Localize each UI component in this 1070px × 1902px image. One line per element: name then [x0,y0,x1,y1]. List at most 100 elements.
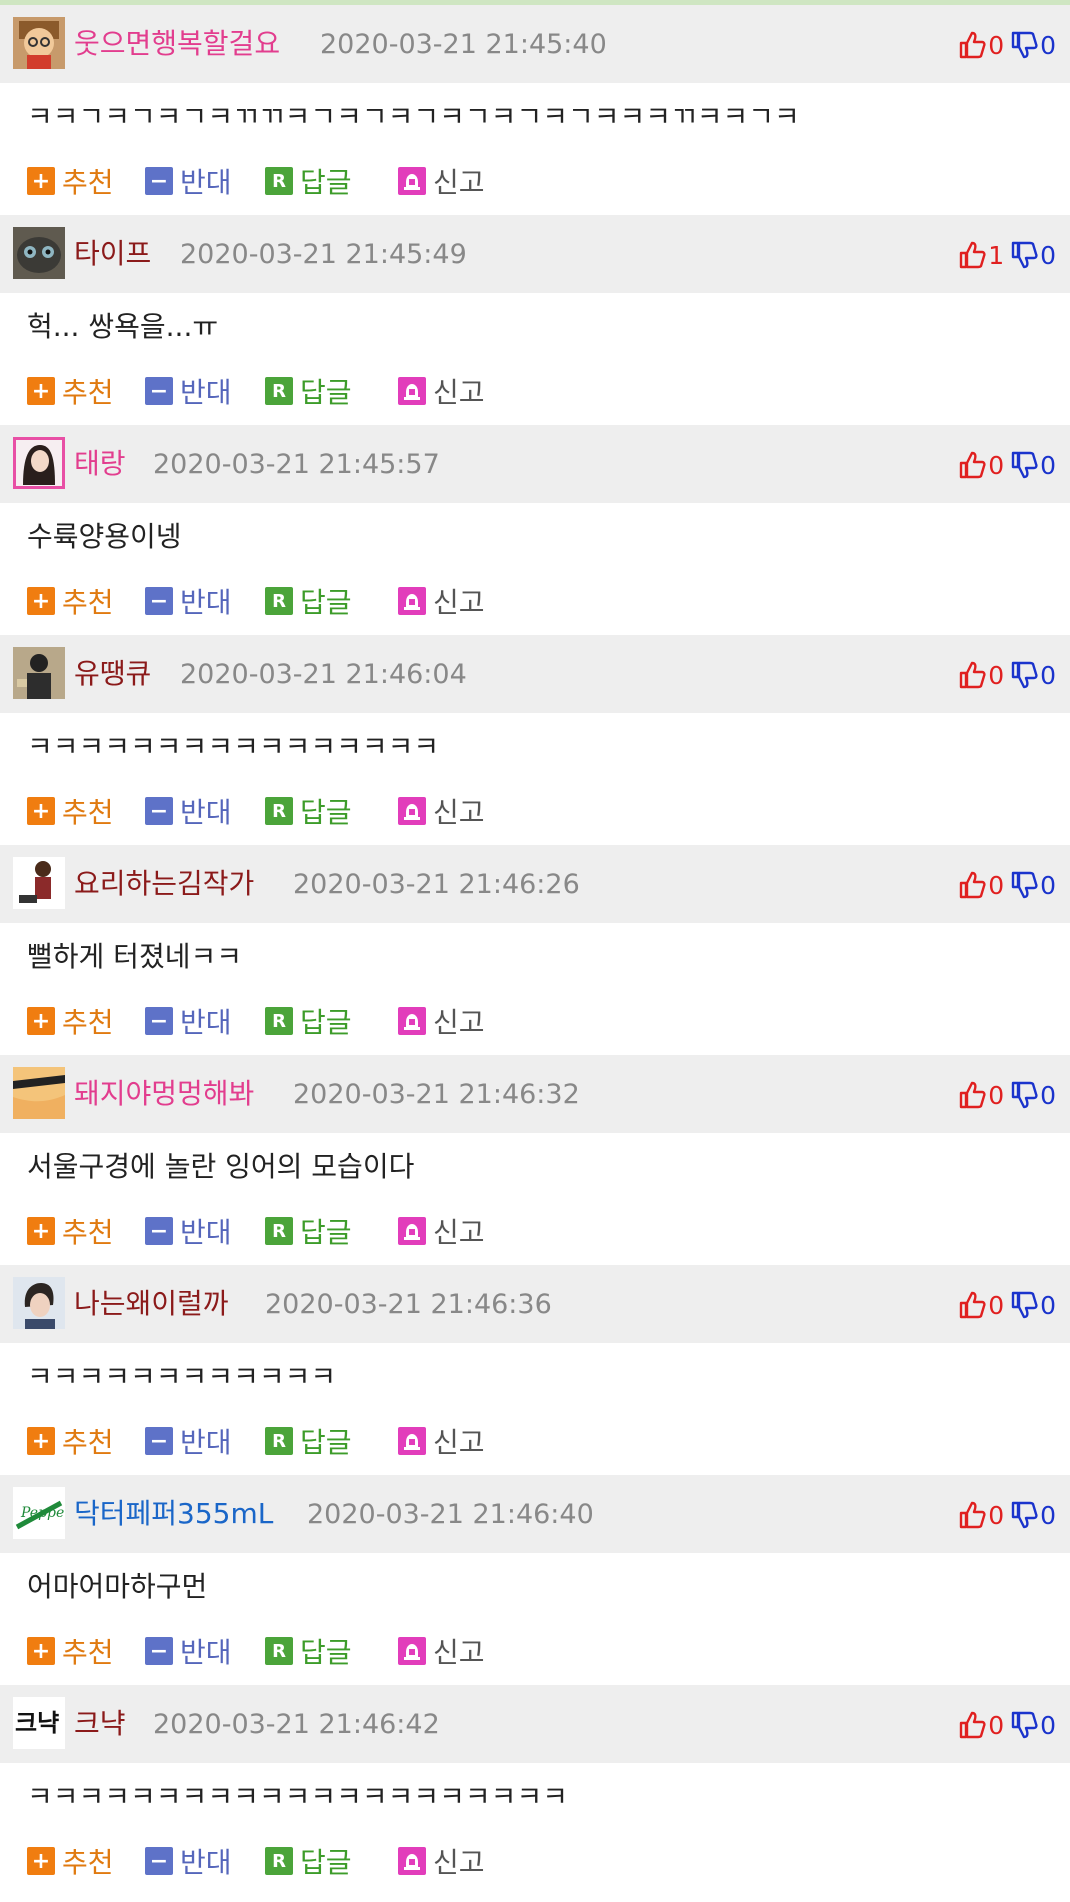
report-label: 신고 [433,586,485,619]
siren-icon [398,1007,426,1035]
oppose-button[interactable]: − 반대 [145,1841,232,1881]
report-button[interactable]: 신고 [398,1211,485,1251]
reply-label: 답글 [300,796,352,829]
report-button[interactable]: 신고 [398,1841,485,1881]
thumbs-up-icon[interactable] [958,1710,986,1740]
oppose-button[interactable]: − 반대 [145,1001,232,1041]
comment-actions: + 추천 − 반대 R 답글 신고 [0,1201,1070,1265]
nickname[interactable]: 나는왜이럴까 [74,1265,229,1343]
recommend-label: 추천 [62,796,114,829]
comment-item: 요리하는김작가 2020-03-21 21:46:26 0 0 뻘하게 터졌네ㅋㅋ + 추천… [0,845,1070,1055]
avatar[interactable] [13,857,65,909]
thumbs-up-icon[interactable] [958,1080,986,1110]
nickname[interactable]: 닥터페퍼355mL [74,1475,273,1553]
thumbs-up-icon[interactable] [958,450,986,480]
avatar[interactable] [13,17,65,69]
reply-button[interactable]: R 답글 [265,1631,352,1671]
thumbs-down-icon[interactable] [1010,1080,1038,1110]
recommend-label: 추천 [62,376,114,409]
report-button[interactable]: 신고 [398,791,485,831]
report-button[interactable]: 신고 [398,1631,485,1671]
plus-icon: + [27,167,55,195]
recommend-button[interactable]: + 추천 [27,1421,114,1461]
oppose-label: 반대 [180,796,232,829]
comment-header: Pepper닥터페퍼355mL2020-03-21 21:46:4000 [0,1475,1070,1553]
reply-button[interactable]: R 답글 [265,1001,352,1041]
thumbs-down-icon[interactable] [1010,660,1038,690]
minus-icon: − [145,1007,173,1035]
oppose-button[interactable]: − 반대 [145,1211,232,1251]
recommend-button[interactable]: + 추천 [27,1001,114,1041]
comment-header: 타이프 2020-03-21 21:45:49 1 0 [0,215,1070,293]
reply-label: 답글 [300,166,352,199]
oppose-button[interactable]: − 반대 [145,791,232,831]
reply-button[interactable]: R 답글 [265,161,352,201]
thumbs-down-icon[interactable] [1010,870,1038,900]
thumbs-down-icon[interactable] [1010,1710,1038,1740]
thumbs-up-icon[interactable] [958,1290,986,1320]
reply-button[interactable]: R 답글 [265,791,352,831]
recommend-label: 추천 [62,1846,114,1879]
comment-header: 웃으면행복할걸요 2020-03-21 21:45:40 0 0 [0,5,1070,83]
avatar[interactable] [13,437,65,489]
nickname[interactable]: 타이프 [74,215,151,293]
reply-button[interactable]: R 답글 [265,371,352,411]
recommend-button[interactable]: + 추천 [27,371,114,411]
reply-button[interactable]: R 답글 [265,1841,352,1881]
avatar[interactable] [13,1277,65,1329]
recommend-button[interactable]: + 추천 [27,1841,114,1881]
oppose-button[interactable]: − 반대 [145,581,232,621]
recommend-button[interactable]: + 추천 [27,161,114,201]
avatar[interactable]: 크냑 [13,1697,65,1749]
recommend-button[interactable]: + 추천 [27,791,114,831]
report-button[interactable]: 신고 [398,371,485,411]
recommend-button[interactable]: + 추천 [27,581,114,621]
comment-text: 뻘하게 터졌네ㅋㅋ [27,940,242,973]
thumbs-up-icon[interactable] [958,870,986,900]
thumbs-down-icon[interactable] [1010,1290,1038,1320]
oppose-button[interactable]: − 반대 [145,1421,232,1461]
reply-button[interactable]: R 답글 [265,1211,352,1251]
nickname[interactable]: 태랑 [74,425,126,503]
thumbs-down-icon[interactable] [1010,240,1038,270]
recommend-button[interactable]: + 추천 [27,1631,114,1671]
reply-label: 답글 [300,1636,352,1669]
report-label: 신고 [433,166,485,199]
report-button[interactable]: 신고 [398,1001,485,1041]
reply-button[interactable]: R 답글 [265,1421,352,1461]
downvote-count: 0 [1040,1710,1056,1740]
thumbs-down-icon[interactable] [1010,450,1038,480]
avatar[interactable]: Pepper [13,1487,65,1539]
oppose-button[interactable]: − 반대 [145,371,232,411]
nickname[interactable]: 요리하는김작가 [74,845,254,923]
nickname[interactable]: 웃으면행복할걸요 [74,5,280,83]
report-label: 신고 [433,1006,485,1039]
thumbs-up-icon[interactable] [958,30,986,60]
thumbs-down-icon[interactable] [1010,30,1038,60]
oppose-button[interactable]: − 반대 [145,1631,232,1671]
report-button[interactable]: 신고 [398,161,485,201]
report-button[interactable]: 신고 [398,581,485,621]
report-button[interactable]: 신고 [398,1421,485,1461]
recommend-button[interactable]: + 추천 [27,1211,114,1251]
oppose-button[interactable]: − 반대 [145,161,232,201]
thumbs-up-icon[interactable] [958,660,986,690]
nickname[interactable]: 크냑 [74,1685,126,1763]
nickname[interactable]: 돼지야멍멍해봐 [74,1055,254,1133]
comment-item: 크냑 크냑 2020-03-21 21:46:42 0 0 ㅋㅋㅋㅋㅋㅋㅋㅋㅋㅋㅋㅋㅋㅋㅋ… [0,1685,1070,1895]
reply-r-icon: R [265,1637,293,1665]
avatar[interactable] [13,1067,65,1119]
timestamp: 2020-03-21 21:45:40 [320,29,607,60]
recommend-label: 추천 [62,1426,114,1459]
thumbs-up-icon[interactable] [958,1500,986,1530]
avatar[interactable] [13,647,65,699]
thumbs-down-icon[interactable] [1010,1500,1038,1530]
reply-button[interactable]: R 답글 [265,581,352,621]
avatar[interactable] [13,227,65,279]
nickname[interactable]: 유땡큐 [74,635,151,713]
oppose-label: 반대 [180,1006,232,1039]
thumbs-up-icon[interactable] [958,240,986,270]
comment-item: 유땡큐 2020-03-21 21:46:04 0 0 ㅋㅋㅋㅋㅋㅋㅋㅋㅋㅋㅋㅋㅋㅋㅋㅋ… [0,635,1070,845]
recommend-label: 추천 [62,1006,114,1039]
comment-text: 수륙양용이넹 [27,520,182,553]
